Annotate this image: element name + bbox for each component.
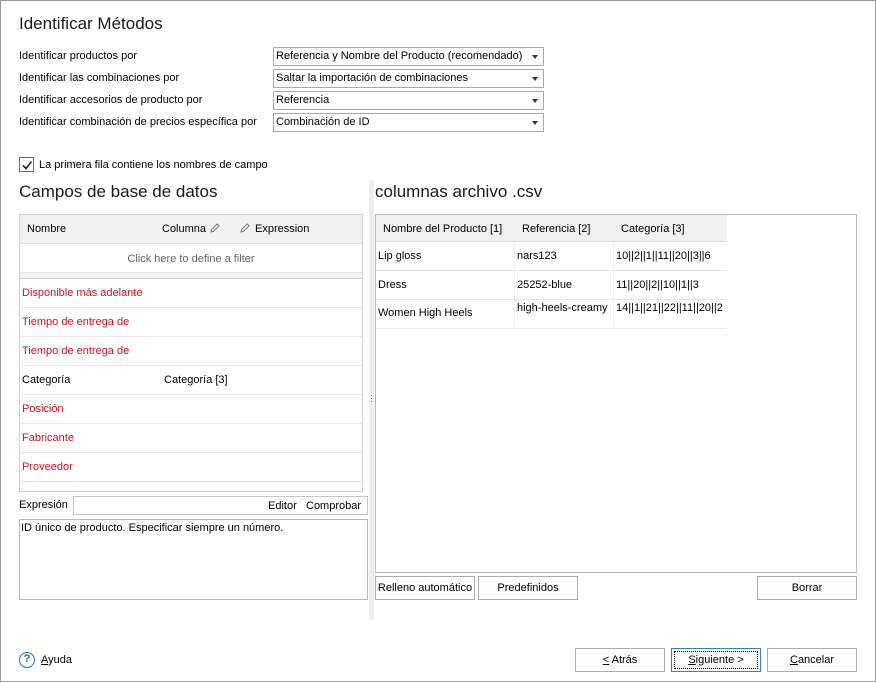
combinations-identify-select[interactable]: Saltar la importación de combinaciones xyxy=(273,69,544,88)
autofill-button[interactable]: Relleno automático xyxy=(375,576,475,600)
method-label-specific-price: Identificar combinación de precios espec… xyxy=(19,116,257,128)
csv-cell: Women High Heels xyxy=(378,307,473,319)
method-label-products: Identificar productos por xyxy=(19,50,138,62)
first-row-header-label: La primera fila contiene los nombres de … xyxy=(39,159,268,171)
chevron-down-icon xyxy=(532,99,538,103)
csv-column-header[interactable]: Categoría [3] xyxy=(621,223,685,235)
specific-price-identify-value: Combinación de ID xyxy=(276,116,370,128)
csv-cell: nars123 xyxy=(517,250,557,262)
table-row[interactable]: Disponible más adelante xyxy=(20,279,362,308)
field-name: Posición xyxy=(22,403,64,415)
column-divider xyxy=(613,242,614,326)
table-row[interactable]: Tiempo de entrega de xyxy=(20,337,362,366)
checkmark-icon xyxy=(22,161,33,170)
chevron-down-icon xyxy=(532,55,538,59)
table-row[interactable]: Proveedor xyxy=(20,453,362,482)
method-label-accessories: Identificar accesorios de producto por xyxy=(19,94,203,106)
focus-ring xyxy=(674,651,758,669)
db-fields-title: Campos de base de datos xyxy=(19,182,218,201)
csv-cell: 11||20||2||10||1||3 xyxy=(616,279,699,291)
method-label-combinations: Identificar las combinaciones por xyxy=(19,72,180,84)
help-link[interactable]: Ayuda xyxy=(41,654,72,666)
field-name: Tiempo de entrega de xyxy=(22,345,130,357)
column-header-name[interactable]: Nombre xyxy=(27,223,66,235)
products-identify-value: Referencia y Nombre del Producto (recome… xyxy=(276,50,523,62)
back-button[interactable]: < Atrás xyxy=(575,648,665,672)
field-description-box[interactable]: ID único de producto. Especificar siempr… xyxy=(19,519,368,600)
table-row[interactable]: Posición xyxy=(20,395,362,424)
csv-cell: 10||2||1||11||20||3||6 xyxy=(616,250,711,262)
field-name: Fabricante xyxy=(22,432,74,444)
products-identify-select[interactable]: Referencia y Nombre del Producto (recome… xyxy=(273,47,544,66)
check-button[interactable]: Comprobar xyxy=(306,500,361,512)
accessories-identify-value: Referencia xyxy=(276,94,330,106)
table-row[interactable]: Dress 25252-blue 11||20||2||10||1||3 xyxy=(376,271,727,300)
db-fields-grid-header: Nombre Columna Expression xyxy=(20,215,362,244)
table-row[interactable]: Lip gloss nars123 10||2||1||11||20||3||6 xyxy=(376,242,727,271)
csv-cell: Lip gloss xyxy=(378,250,422,262)
expression-label: Expresión xyxy=(19,499,68,511)
column-divider xyxy=(514,242,515,326)
field-name: Categoría xyxy=(22,374,71,386)
column-header-column[interactable]: Columna xyxy=(162,223,206,235)
csv-cell: 25252-blue xyxy=(517,279,573,291)
csv-cell: Dress xyxy=(378,279,407,291)
table-row[interactable]: Women High Heels high-heels-creamy 14||1… xyxy=(376,300,727,329)
table-row[interactable]: Fabricante xyxy=(20,424,362,453)
csv-column-header[interactable]: Referencia [2] xyxy=(522,223,590,235)
combinations-identify-value: Saltar la importación de combinaciones xyxy=(276,72,468,84)
field-name: Disponible más adelante xyxy=(22,287,143,299)
clear-button[interactable]: Borrar xyxy=(757,576,857,600)
cancel-button[interactable]: Cancelar xyxy=(767,648,857,672)
specific-price-identify-select[interactable]: Combinación de ID xyxy=(273,113,544,132)
pencil-icon xyxy=(209,222,221,237)
splitter-grip-icon: · · · xyxy=(370,390,373,406)
define-filter-row[interactable]: Click here to define a filter xyxy=(20,245,362,273)
db-fields-grid: Nombre Columna Expression Click here to … xyxy=(19,214,363,492)
pencil-icon xyxy=(239,222,251,237)
next-button[interactable]: Siguiente > xyxy=(671,648,761,672)
editor-button[interactable]: Editor xyxy=(268,500,297,512)
field-name: Tiempo de entrega de xyxy=(22,316,130,328)
predefined-button[interactable]: Predefinidos xyxy=(478,576,578,600)
field-name: Proveedor xyxy=(22,461,73,473)
column-header-expression[interactable]: Expression xyxy=(255,223,309,235)
csv-cell: high-heels-creamy xyxy=(517,302,608,314)
csv-grid-header: Nombre del Producto [1] Referencia [2] C… xyxy=(376,215,727,242)
csv-column-header[interactable]: Nombre del Producto [1] xyxy=(383,223,502,235)
help-icon[interactable]: ? xyxy=(19,652,35,668)
accessories-identify-select[interactable]: Referencia xyxy=(273,91,544,110)
field-description-text: ID único de producto. Especificar siempr… xyxy=(21,522,284,534)
chevron-down-icon xyxy=(532,121,538,125)
chevron-down-icon xyxy=(532,77,538,81)
table-row[interactable]: Tiempo de entrega de xyxy=(20,308,362,337)
table-row[interactable]: Categoría Categoría [3] xyxy=(20,366,362,395)
csv-cell: 14||1||21||22||11||20||2 xyxy=(616,302,723,314)
csv-columns-grid: Nombre del Producto [1] Referencia [2] C… xyxy=(375,214,857,573)
csv-columns-title: columnas archivo .csv xyxy=(375,182,543,201)
first-row-header-checkbox[interactable] xyxy=(19,157,34,172)
page-title: Identificar Métodos xyxy=(19,14,163,33)
field-column: Categoría [3] xyxy=(164,374,228,386)
